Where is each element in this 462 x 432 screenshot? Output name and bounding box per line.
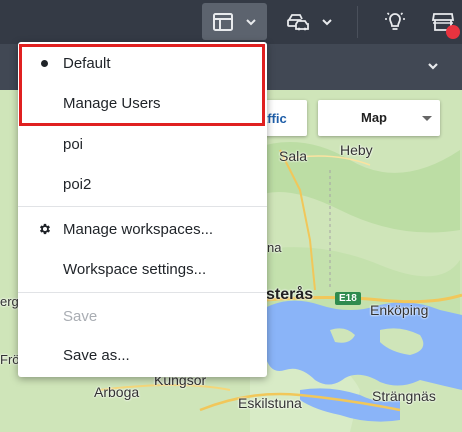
menu-item-label: poi — [63, 135, 84, 153]
caret-down-icon — [422, 116, 432, 121]
menu-item-save: Save — [18, 296, 267, 336]
map-place-heby: Heby — [340, 142, 373, 158]
menu-divider — [18, 292, 267, 293]
menu-item-manage-workspaces[interactable]: Manage workspaces... — [18, 209, 267, 249]
map-place-vasteras: sterås — [266, 286, 314, 303]
road-e18-shield: E18 — [335, 292, 361, 305]
map-place-strangnas: Strängnäs — [372, 388, 436, 404]
menu-item-label: Workspace settings... — [63, 260, 207, 278]
workspace-menu-button[interactable] — [202, 3, 267, 40]
map-place-partial: na — [267, 240, 282, 255]
menu-item-label: Manage workspaces... — [63, 220, 214, 238]
menu-item-poi2[interactable]: poi2 — [18, 164, 267, 204]
menu-item-label: poi2 — [63, 175, 92, 193]
tips-button[interactable] — [380, 3, 410, 40]
top-toolbar — [0, 0, 462, 44]
layout-icon — [212, 12, 233, 31]
menu-divider — [18, 206, 267, 207]
gear-icon — [39, 223, 51, 235]
map-place-enkoping: Enköping — [370, 302, 429, 318]
map-place-eskilstuna: Eskilstuna — [238, 395, 302, 411]
map-place-arboga: Arboga — [94, 384, 140, 400]
map-type-select[interactable]: Map — [318, 100, 440, 136]
notification-badge — [446, 25, 460, 39]
map-type-label: Map — [361, 110, 387, 125]
menu-item-save-as[interactable]: Save as... — [18, 335, 267, 375]
toolbar-divider — [357, 6, 358, 38]
chevron-down-icon[interactable] — [426, 62, 440, 72]
map-place-sala: Sala — [279, 148, 308, 164]
vehicles-menu-button[interactable] — [282, 3, 337, 40]
menu-item-poi[interactable]: poi — [18, 124, 267, 164]
chevron-down-icon — [321, 18, 332, 25]
vehicles-icon — [286, 13, 309, 30]
menu-item-label: Save as... — [63, 346, 130, 364]
chevron-down-icon — [245, 18, 256, 25]
map-place-partial: Frö — [0, 352, 20, 367]
menu-item-workspace-settings[interactable]: Workspace settings... — [18, 249, 267, 289]
highlight-annotation-box — [19, 44, 265, 126]
map-place-partial: erg — [0, 294, 19, 309]
lightbulb-icon — [385, 11, 405, 30]
menu-item-label: Save — [63, 307, 98, 325]
